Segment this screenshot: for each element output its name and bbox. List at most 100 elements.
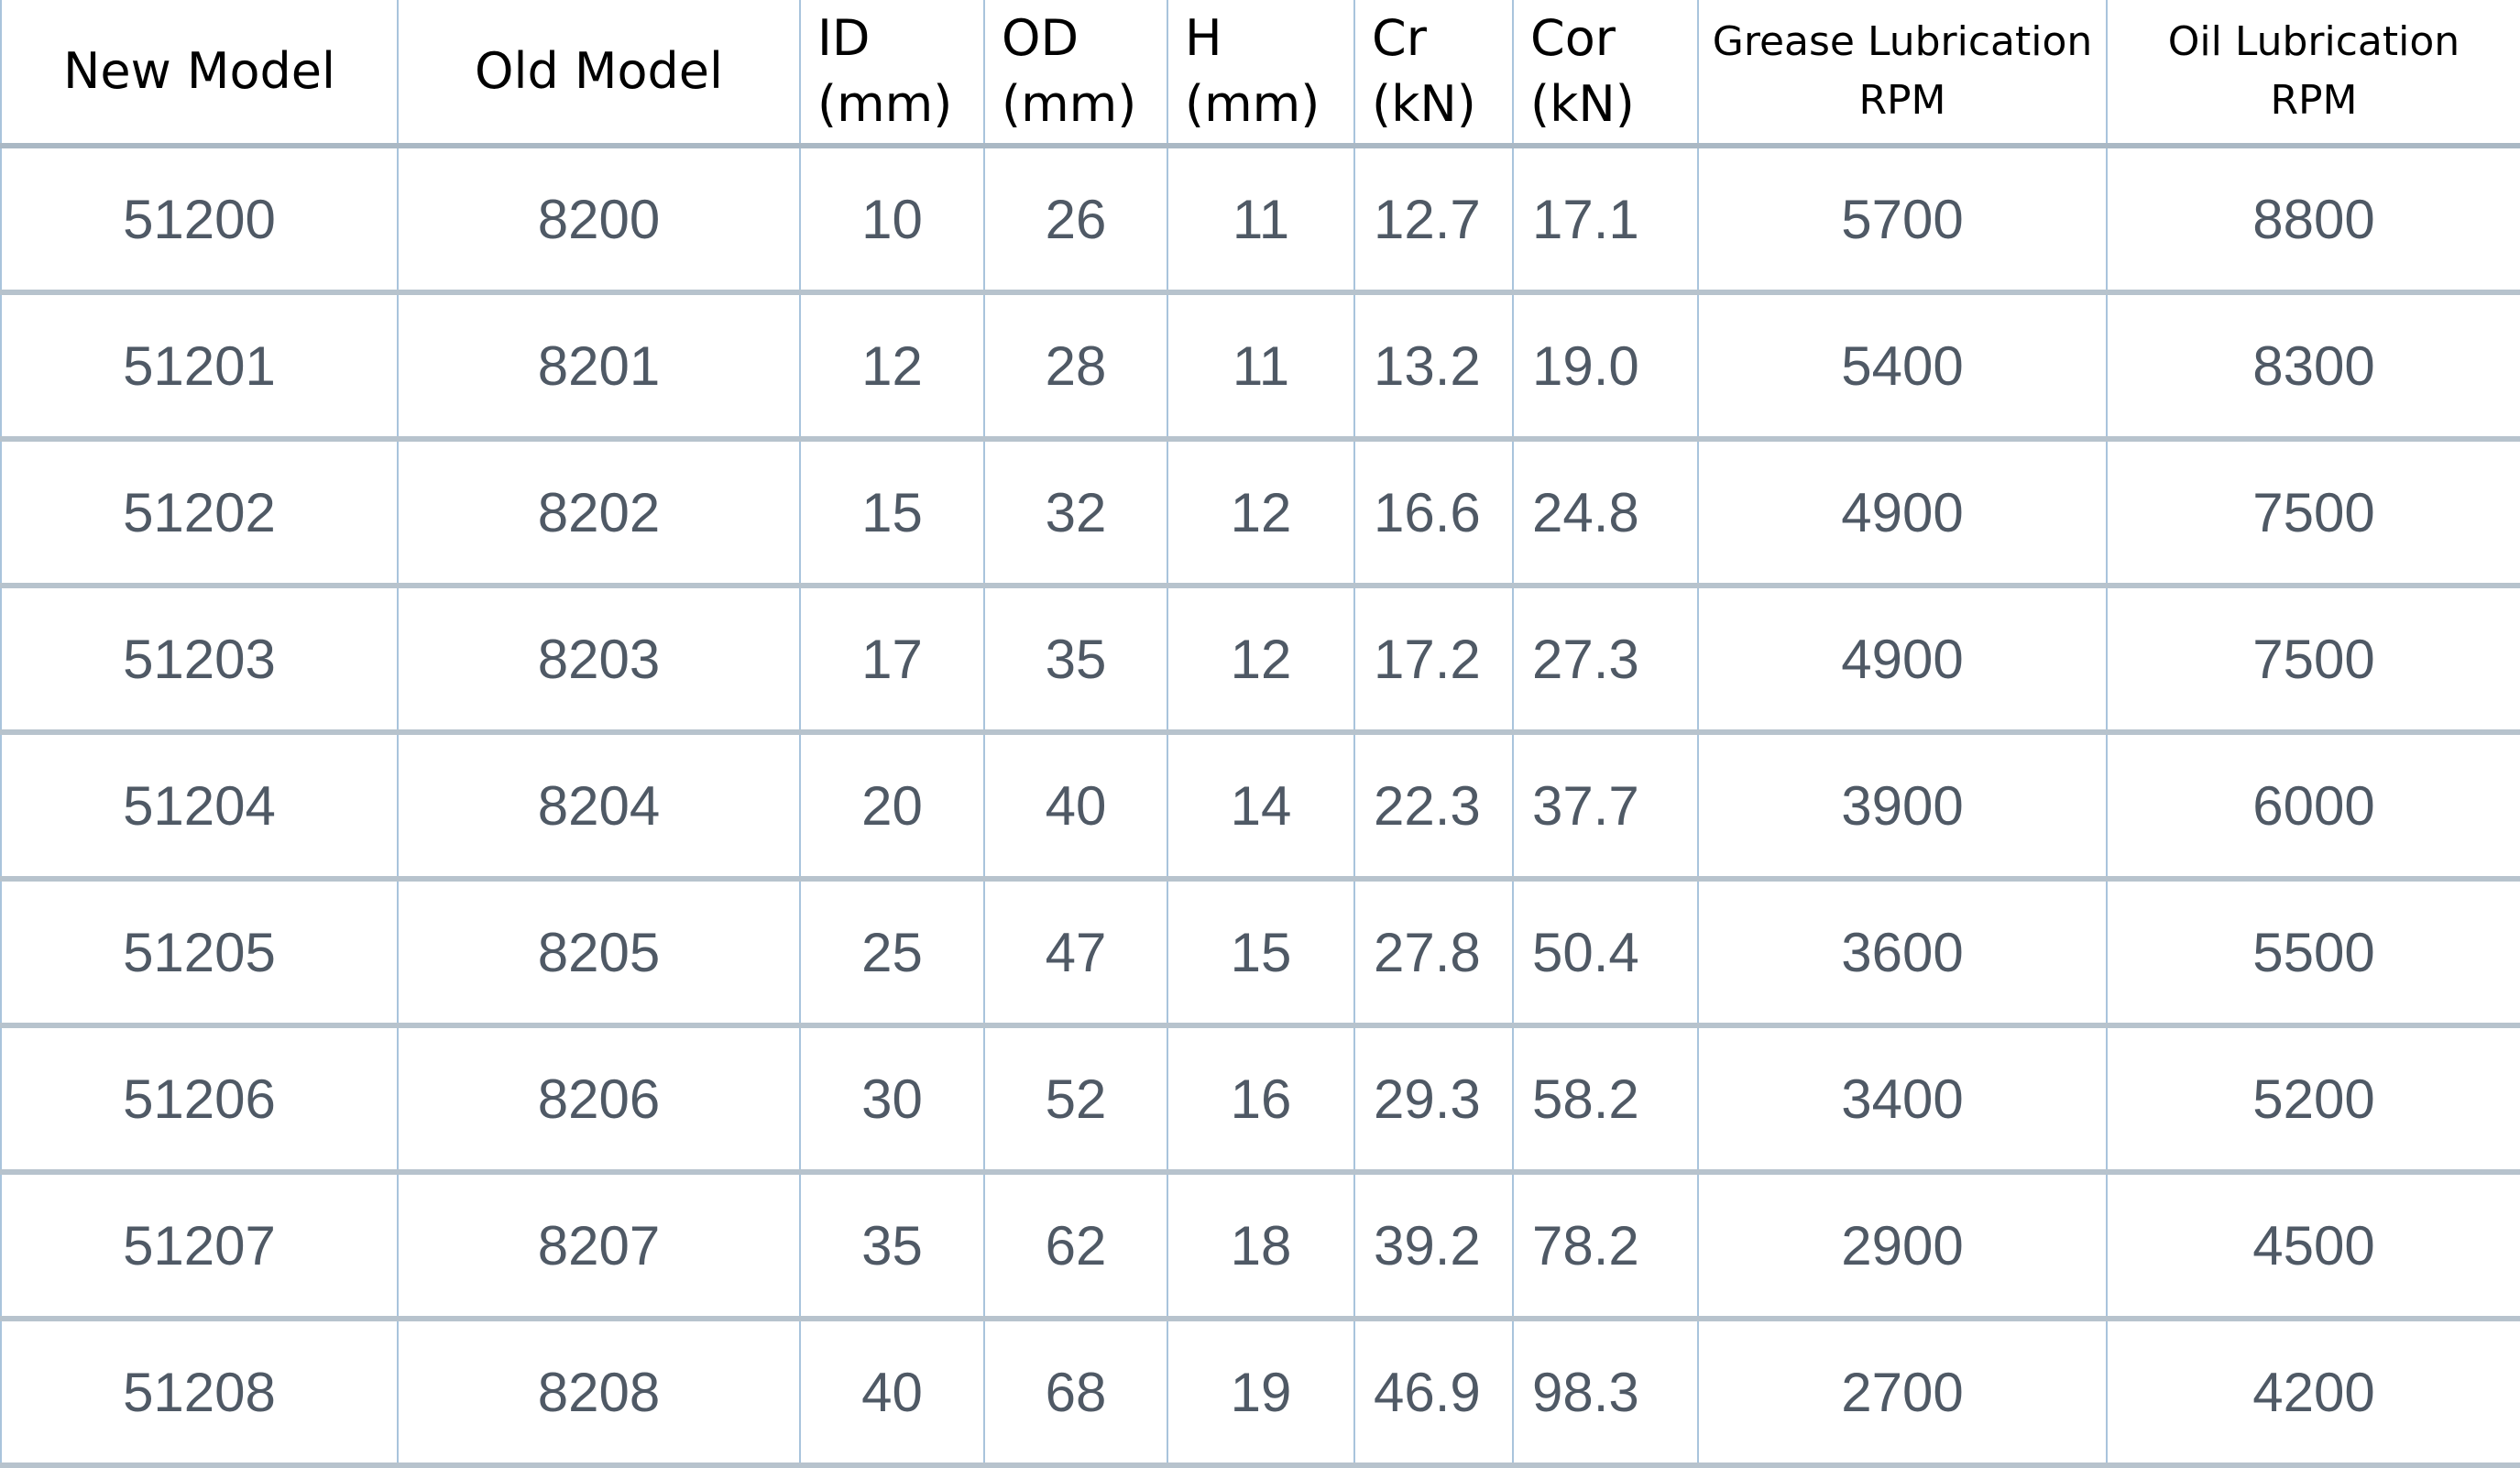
cell-new-model: 51206	[0, 1025, 399, 1175]
cell-cor: 27.3	[1512, 586, 1699, 735]
table-row: 51203 8203 17 35 12 17.2 27.3 4900 7500	[0, 586, 2520, 735]
cell-id: 30	[799, 1025, 985, 1175]
cell-h: 12	[1167, 586, 1355, 735]
header-h: H (mm)	[1167, 0, 1355, 148]
cell-new-model: 51202	[0, 439, 399, 588]
cell-cor: 17.1	[1512, 146, 1699, 295]
cell-oil-rpm: 5200	[2106, 1025, 2520, 1175]
cell-od: 26	[983, 146, 1168, 295]
cell-oil-rpm: 8300	[2106, 292, 2520, 442]
cell-old-model: 8204	[397, 732, 801, 882]
table-row: 51205 8205 25 47 15 27.8 50.4 3600 5500	[0, 879, 2520, 1028]
cell-new-model: 51204	[0, 732, 399, 882]
cell-id: 10	[799, 146, 985, 295]
cell-id: 12	[799, 292, 985, 442]
bearing-spec-table: New Model Old Model ID (mm) OD (mm) H (m…	[0, 0, 2520, 1468]
cell-grease-rpm: 4900	[1697, 439, 2108, 588]
cell-new-model: 51201	[0, 292, 399, 442]
cell-h: 16	[1167, 1025, 1355, 1175]
cell-new-model: 51205	[0, 879, 399, 1028]
cell-oil-rpm: 4200	[2106, 1319, 2520, 1468]
cell-cor: 78.2	[1512, 1172, 1699, 1321]
cell-od: 32	[983, 439, 1168, 588]
cell-h: 15	[1167, 879, 1355, 1028]
cell-cor: 19.0	[1512, 292, 1699, 442]
cell-old-model: 8201	[397, 292, 801, 442]
cell-new-model: 51208	[0, 1319, 399, 1468]
cell-oil-rpm: 7500	[2106, 439, 2520, 588]
cell-od: 68	[983, 1319, 1168, 1468]
cell-id: 15	[799, 439, 985, 588]
cell-h: 19	[1167, 1319, 1355, 1468]
cell-grease-rpm: 5400	[1697, 292, 2108, 442]
cell-od: 52	[983, 1025, 1168, 1175]
cell-cr: 13.2	[1353, 292, 1514, 442]
cell-cor: 58.2	[1512, 1025, 1699, 1175]
cell-cor: 24.8	[1512, 439, 1699, 588]
table-row: 51202 8202 15 32 12 16.6 24.8 4900 7500	[0, 439, 2520, 588]
table-row: 51204 8204 20 40 14 22.3 37.7 3900 6000	[0, 732, 2520, 882]
cell-h: 18	[1167, 1172, 1355, 1321]
header-cor: Cor (kN)	[1512, 0, 1699, 148]
cell-cr: 22.3	[1353, 732, 1514, 882]
header-id: ID (mm)	[799, 0, 985, 148]
cell-grease-rpm: 2900	[1697, 1172, 2108, 1321]
cell-cr: 17.2	[1353, 586, 1514, 735]
cell-new-model: 51200	[0, 146, 399, 295]
cell-grease-rpm: 3400	[1697, 1025, 2108, 1175]
cell-od: 40	[983, 732, 1168, 882]
cell-old-model: 8208	[397, 1319, 801, 1468]
cell-cor: 37.7	[1512, 732, 1699, 882]
header-od: OD (mm)	[983, 0, 1168, 148]
cell-old-model: 8202	[397, 439, 801, 588]
cell-od: 62	[983, 1172, 1168, 1321]
cell-od: 28	[983, 292, 1168, 442]
cell-id: 25	[799, 879, 985, 1028]
cell-od: 35	[983, 586, 1168, 735]
cell-old-model: 8205	[397, 879, 801, 1028]
header-cr: Cr (kN)	[1353, 0, 1514, 148]
cell-od: 47	[983, 879, 1168, 1028]
table-row: 51207 8207 35 62 18 39.2 78.2 2900 4500	[0, 1172, 2520, 1321]
cell-oil-rpm: 8800	[2106, 146, 2520, 295]
cell-id: 35	[799, 1172, 985, 1321]
table-row: 51208 8208 40 68 19 46.9 98.3 2700 4200	[0, 1319, 2520, 1468]
cell-h: 14	[1167, 732, 1355, 882]
cell-id: 17	[799, 586, 985, 735]
cell-h: 11	[1167, 146, 1355, 295]
table-row: 51200 8200 10 26 11 12.7 17.1 5700 8800	[0, 146, 2520, 295]
header-grease-rpm: Grease Lubrication RPM	[1697, 0, 2108, 148]
header-row: New Model Old Model ID (mm) OD (mm) H (m…	[0, 0, 2520, 148]
header-new-model: New Model	[0, 0, 399, 148]
cell-cr: 16.6	[1353, 439, 1514, 588]
cell-grease-rpm: 3900	[1697, 732, 2108, 882]
cell-grease-rpm: 4900	[1697, 586, 2108, 735]
cell-oil-rpm: 6000	[2106, 732, 2520, 882]
table-row: 51206 8206 30 52 16 29.3 58.2 3400 5200	[0, 1025, 2520, 1175]
header-oil-rpm: Oil Lubrication RPM	[2106, 0, 2520, 148]
cell-cr: 29.3	[1353, 1025, 1514, 1175]
cell-old-model: 8207	[397, 1172, 801, 1321]
cell-oil-rpm: 7500	[2106, 586, 2520, 735]
cell-grease-rpm: 2700	[1697, 1319, 2108, 1468]
cell-old-model: 8200	[397, 146, 801, 295]
cell-new-model: 51203	[0, 586, 399, 735]
cell-cr: 39.2	[1353, 1172, 1514, 1321]
cell-h: 12	[1167, 439, 1355, 588]
cell-cor: 98.3	[1512, 1319, 1699, 1468]
cell-id: 40	[799, 1319, 985, 1468]
cell-grease-rpm: 3600	[1697, 879, 2108, 1028]
table-row: 51201 8201 12 28 11 13.2 19.0 5400 8300	[0, 292, 2520, 442]
cell-old-model: 8203	[397, 586, 801, 735]
cell-oil-rpm: 5500	[2106, 879, 2520, 1028]
cell-cr: 12.7	[1353, 146, 1514, 295]
cell-oil-rpm: 4500	[2106, 1172, 2520, 1321]
cell-old-model: 8206	[397, 1025, 801, 1175]
cell-cor: 50.4	[1512, 879, 1699, 1028]
cell-grease-rpm: 5700	[1697, 146, 2108, 295]
header-old-model: Old Model	[397, 0, 801, 148]
cell-cr: 46.9	[1353, 1319, 1514, 1468]
cell-id: 20	[799, 732, 985, 882]
cell-h: 11	[1167, 292, 1355, 442]
cell-new-model: 51207	[0, 1172, 399, 1321]
